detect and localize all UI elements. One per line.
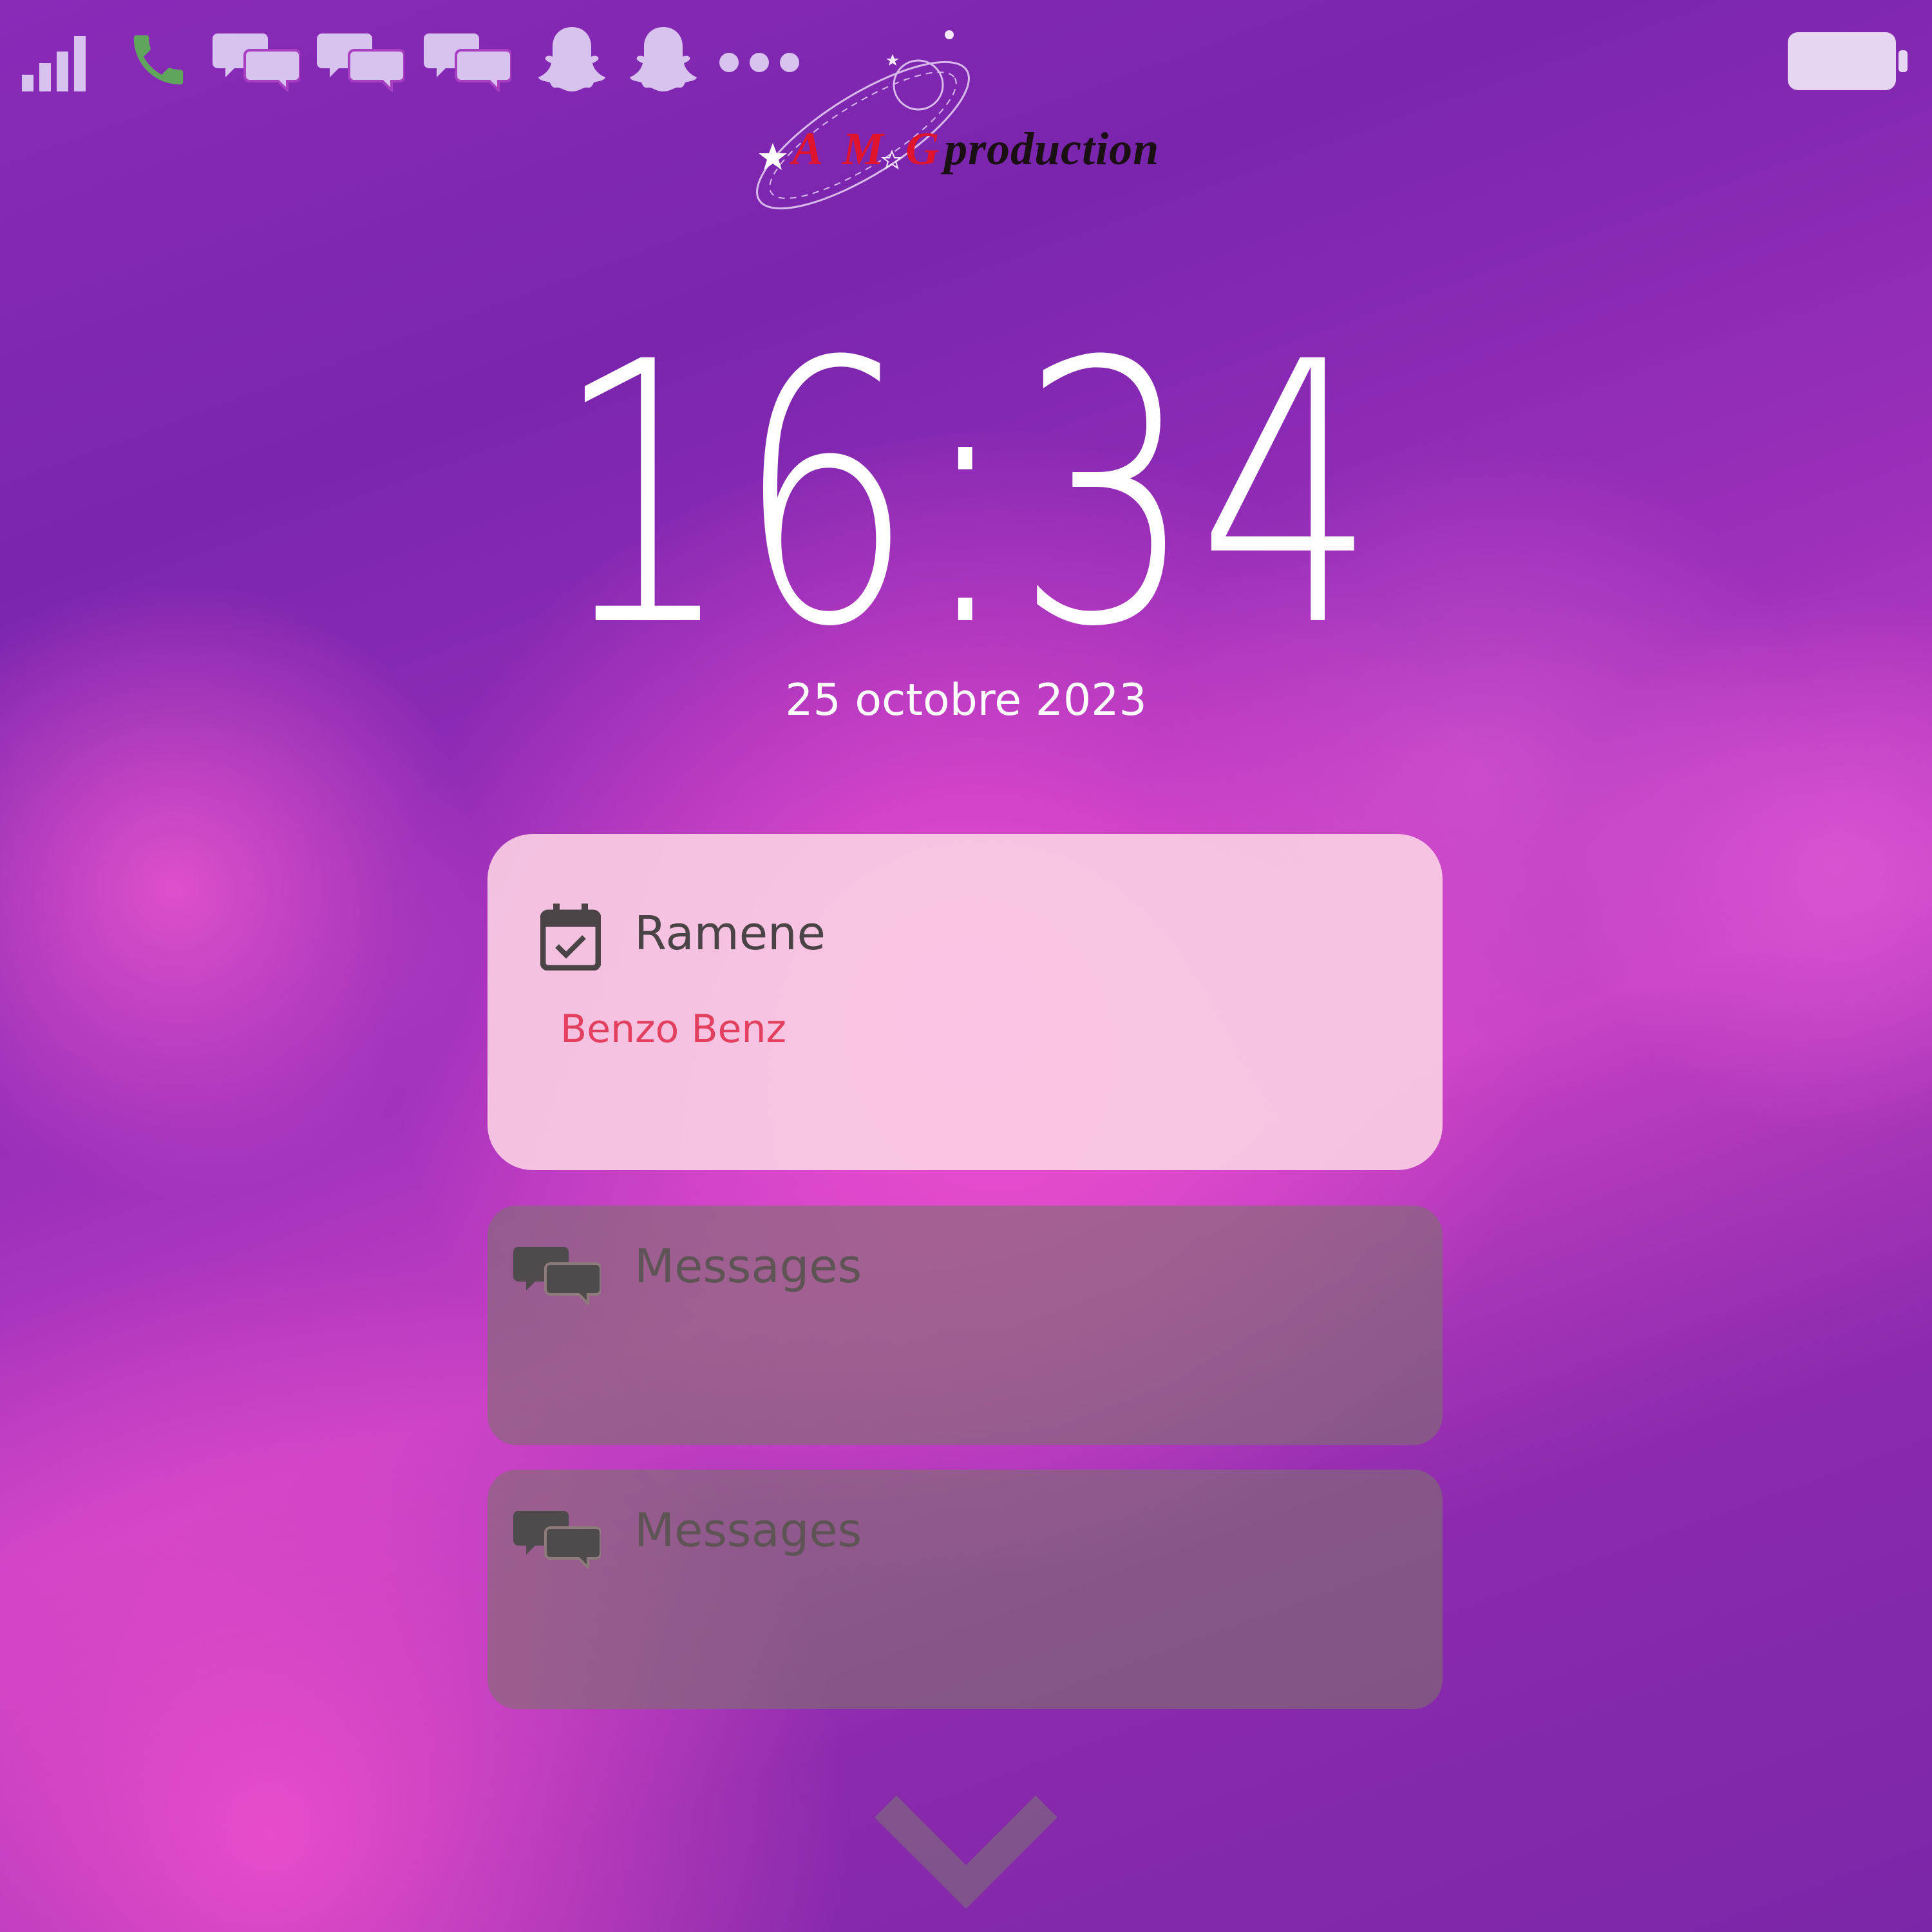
messages-icon	[513, 1511, 602, 1571]
notification-subtitle: Benzo Benz	[560, 1007, 786, 1052]
notification-title: Ramene	[634, 906, 826, 960]
logo-amg-text: A M G	[792, 123, 945, 175]
notification-title: Messages	[634, 1503, 862, 1557]
snapchat-icon[interactable]	[536, 24, 607, 93]
amg-production-logo: A M Gproduction	[734, 26, 1198, 219]
lockscreen-date: 25 octobre 2023	[785, 675, 1147, 726]
notification-card-messages[interactable]: Messages	[488, 1470, 1443, 1709]
signal-icon	[22, 30, 86, 91]
chevron-down-icon[interactable]	[869, 1790, 1063, 1915]
messages-icon[interactable]	[317, 33, 404, 91]
snapchat-icon[interactable]	[628, 24, 699, 93]
calendar-check-icon	[540, 904, 601, 973]
phone-icon[interactable]	[126, 27, 191, 93]
battery-icon	[1788, 32, 1908, 90]
lockscreen-clock: 16:34	[554, 286, 1380, 706]
messages-icon[interactable]	[213, 33, 300, 91]
logo-text: A M Gproduction	[792, 122, 1159, 176]
messages-icon[interactable]	[424, 33, 511, 91]
messages-icon	[513, 1247, 602, 1307]
notification-card-ramene[interactable]: Ramene Benzo Benz	[488, 834, 1443, 1170]
logo-production-text: production	[944, 123, 1160, 175]
notification-card-messages[interactable]: Messages	[488, 1206, 1443, 1445]
notification-title: Messages	[634, 1239, 862, 1293]
